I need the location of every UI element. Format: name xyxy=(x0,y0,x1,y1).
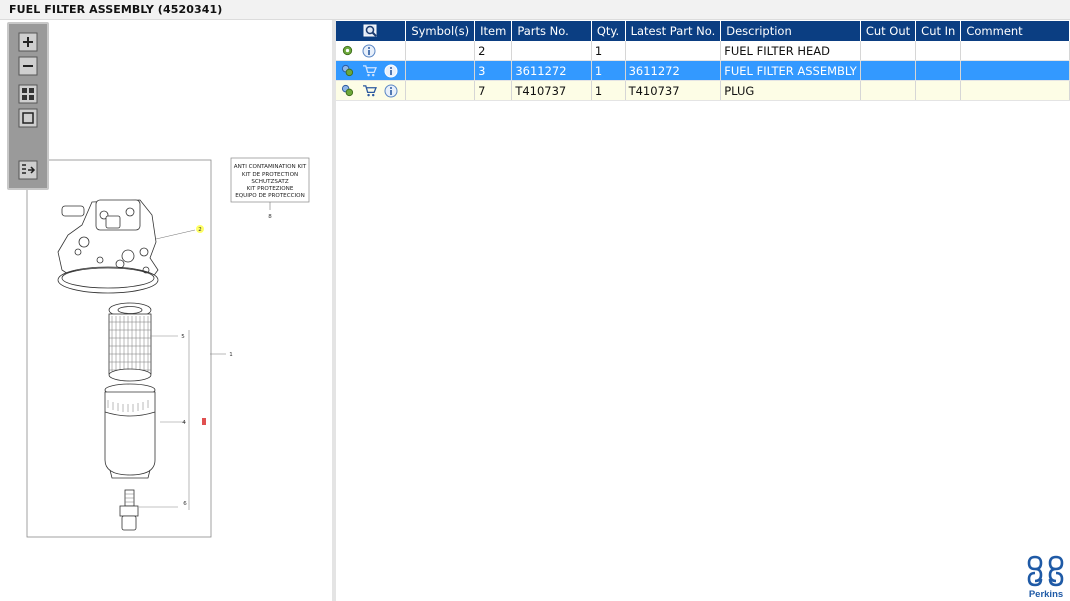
square-icon[interactable] xyxy=(18,108,38,128)
parts-no-cell xyxy=(511,41,592,61)
brand-name: Perkins xyxy=(1029,589,1063,600)
column-qty[interactable]: Qty. xyxy=(591,21,626,41)
comment-cell xyxy=(960,80,1070,101)
symbols-cell xyxy=(405,80,476,101)
item-cell: 2 xyxy=(474,41,513,61)
cut-in-cell xyxy=(915,60,962,81)
symbols-cell xyxy=(405,41,476,61)
kit-label-line: ANTI CONTAMINATION KIT xyxy=(234,164,307,170)
callout-2[interactable]: 2 xyxy=(198,227,202,233)
symbols-cell xyxy=(405,60,476,81)
info-icon[interactable] xyxy=(362,44,376,58)
description-cell: FUEL FILTER HEAD xyxy=(720,41,861,61)
callout-1[interactable]: 1 xyxy=(229,352,233,358)
callout-6[interactable]: 6 xyxy=(183,501,187,507)
cut-out-cell xyxy=(860,60,917,81)
grid-fit-icon[interactable] xyxy=(18,84,38,104)
parts-no-cell: T410737 xyxy=(511,80,592,101)
zoom-out-icon[interactable] xyxy=(18,56,38,76)
window-title: FUEL FILTER ASSEMBLY (4520341) xyxy=(9,3,223,16)
parts-table: Symbol(s) Item Parts No. Qty. Latest Par… xyxy=(336,21,1070,101)
column-cut-out[interactable]: Cut Out xyxy=(860,21,917,41)
parts-no-cell: 3611272 xyxy=(511,60,592,81)
filter-element-part[interactable] xyxy=(108,302,152,382)
latest-part-no-cell xyxy=(625,41,722,61)
selection-marker xyxy=(202,418,206,425)
callout-8[interactable]: 8 xyxy=(268,214,272,220)
callout-5[interactable]: 5 xyxy=(181,334,185,340)
filter-head-part[interactable] xyxy=(57,199,159,294)
latest-part-no-cell: T410737 xyxy=(625,80,722,101)
info-icon[interactable] xyxy=(384,64,398,78)
perkins-logo: Perkins xyxy=(1027,555,1064,600)
qty-cell: 1 xyxy=(591,60,626,81)
item-cell: 3 xyxy=(474,60,513,81)
cut-in-cell xyxy=(915,80,962,101)
description-cell: PLUG xyxy=(720,80,861,101)
parts-list-pane: Symbol(s) Item Parts No. Qty. Latest Par… xyxy=(336,20,1070,601)
comment-cell xyxy=(960,60,1070,81)
list-export-icon[interactable] xyxy=(18,160,38,180)
cut-out-cell xyxy=(860,80,917,101)
column-cut-in[interactable]: Cut In xyxy=(915,21,962,41)
column-description[interactable]: Description xyxy=(720,21,861,41)
gear-icon[interactable] xyxy=(341,84,354,97)
title-bar: FUEL FILTER ASSEMBLY (4520341) xyxy=(0,0,1070,20)
filter-bowl-part[interactable] xyxy=(104,383,156,479)
column-item[interactable]: Item xyxy=(474,21,513,41)
column-comment[interactable]: Comment xyxy=(960,21,1070,41)
kit-label-line: KIT PROTEZIONE xyxy=(247,186,294,192)
qty-cell: 1 xyxy=(591,80,626,101)
info-icon[interactable] xyxy=(384,84,398,98)
table-header: Symbol(s) Item Parts No. Qty. Latest Par… xyxy=(336,21,1070,41)
column-symbols[interactable]: Symbol(s) xyxy=(405,21,476,41)
row-icons xyxy=(336,60,407,81)
column-parts-no[interactable]: Parts No. xyxy=(511,21,592,41)
find-in-drawing-icon[interactable] xyxy=(363,24,379,38)
cut-out-cell xyxy=(860,41,917,61)
gear-icon[interactable] xyxy=(341,44,354,57)
table-row-selected[interactable]: 3 3611272 1 3611272 FUEL FILTER ASSEMBLY xyxy=(336,60,1070,81)
cart-icon[interactable] xyxy=(362,84,377,97)
exploded-drawing: ANTI CONTAMINATION KIT KIT DE PROTECTION… xyxy=(26,157,310,538)
gear-icon[interactable] xyxy=(341,64,354,77)
table-row[interactable]: 2 1 FUEL FILTER HEAD xyxy=(336,41,1070,61)
item-cell: 7 xyxy=(474,80,513,101)
kit-label-line: SCHUTZSATZ xyxy=(251,179,288,185)
drawing-toolbar xyxy=(7,22,49,190)
kit-label-line: EQUIPO DE PROTECCION xyxy=(235,193,305,199)
kit-label-line: KIT DE PROTECTION xyxy=(242,172,298,178)
row-icons xyxy=(336,80,407,101)
callout-4[interactable]: 4 xyxy=(182,420,186,426)
row-icons xyxy=(336,41,407,61)
cart-icon[interactable] xyxy=(362,64,377,77)
drain-plug-part[interactable] xyxy=(119,489,139,531)
qty-cell: 1 xyxy=(591,41,626,61)
zoom-in-icon[interactable] xyxy=(18,32,38,52)
column-latest-part-no[interactable]: Latest Part No. xyxy=(625,21,722,41)
latest-part-no-cell: 3611272 xyxy=(625,60,722,81)
comment-cell xyxy=(960,41,1070,61)
description-cell: FUEL FILTER ASSEMBLY xyxy=(720,60,861,81)
column-find[interactable] xyxy=(336,21,407,41)
table-row[interactable]: 7 T410737 1 T410737 PLUG xyxy=(336,80,1070,101)
cut-in-cell xyxy=(915,41,962,61)
